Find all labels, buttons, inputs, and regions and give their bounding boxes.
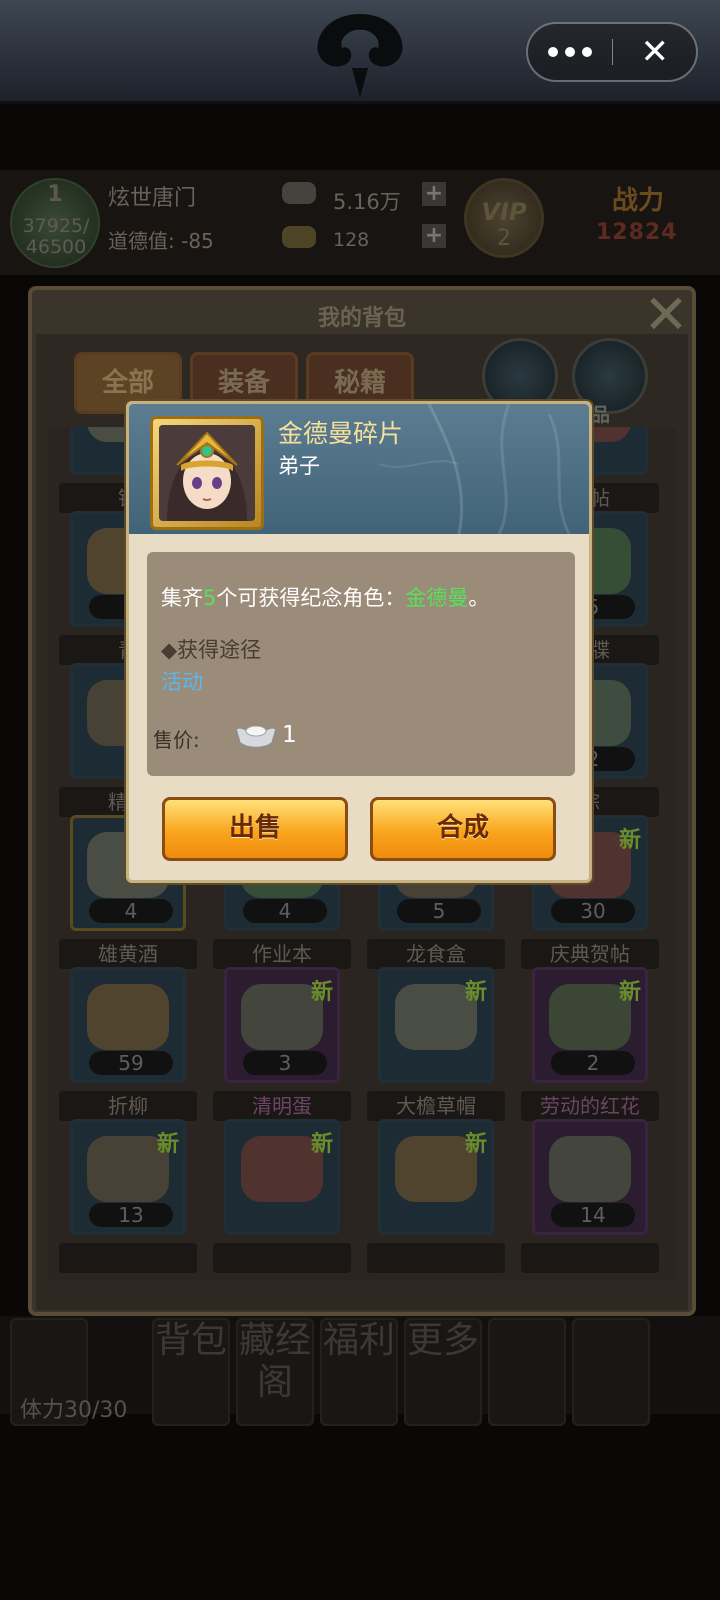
stamina-text: 体力30/30 — [20, 1398, 128, 1423]
price-label: 售价: — [153, 728, 200, 752]
new-badge: 新 — [618, 980, 641, 1005]
combine-button[interactable]: 合成 — [370, 797, 556, 861]
item-count: 4 — [243, 899, 327, 923]
desc-end: 。 — [468, 586, 490, 610]
vip-label: VIP — [481, 198, 527, 226]
item-count: 2 — [551, 1051, 635, 1075]
nav-button-more[interactable]: 更多 — [404, 1318, 482, 1426]
dialog-description: 集齐5个可获得纪念角色：金德曼。 — [161, 582, 489, 612]
character-portrait — [150, 416, 264, 530]
item-image — [87, 984, 169, 1050]
morality-value: -85 — [181, 229, 214, 253]
item-slot[interactable]: 13 新 — [70, 1119, 186, 1235]
item-slot[interactable]: 新 — [378, 1119, 494, 1235]
mini-program-capsule: ✕ — [526, 22, 698, 82]
nav-button-bag[interactable]: 背包 — [152, 1318, 230, 1426]
nav-button-welfare[interactable]: 福利 — [320, 1318, 398, 1426]
new-badge: 新 — [618, 828, 641, 853]
item-name — [521, 1243, 659, 1273]
game-screen: ✕ 1 37925/ 46500 炫世唐门 道德值: -85 5.16万 + 1… — [0, 0, 720, 1600]
desc-mid: 个可获得纪念角色： — [216, 586, 406, 610]
silver-ingot-icon — [235, 725, 277, 749]
desc-count: 5 — [203, 586, 217, 610]
vip-level: 2 — [497, 226, 511, 251]
add-silver-button[interactable]: + — [422, 182, 446, 206]
new-badge: 新 — [464, 980, 487, 1005]
item-slot[interactable]: 新 — [378, 967, 494, 1083]
gold-amount: 128 — [333, 229, 370, 251]
item-name — [213, 1243, 351, 1273]
item-slot[interactable]: 59 — [70, 967, 186, 1083]
gold-icon — [282, 226, 316, 248]
item-slot[interactable]: 2新 — [532, 967, 648, 1083]
item-name: 作业本 — [213, 939, 351, 969]
silver-amount: 5.16万 — [333, 190, 401, 214]
new-badge: 新 — [310, 1132, 333, 1157]
obtain-way-link[interactable]: 活动 — [161, 666, 203, 696]
item-name: 清明蛋 — [213, 1091, 351, 1121]
power-label: 战力 — [612, 186, 665, 216]
dialog-subtitle: 弟子 — [278, 454, 320, 478]
item-name: 龙食盒 — [367, 939, 505, 969]
item-name — [59, 1243, 197, 1273]
item-slot[interactable]: 3新 — [224, 967, 340, 1083]
nav-button-scripture[interactable]: 藏经阁 — [236, 1318, 314, 1426]
desc-character-name: 金德曼 — [405, 586, 469, 610]
new-badge: 新 — [156, 1132, 179, 1157]
item-name: 庆典贺帖 — [521, 939, 659, 969]
item-count: 4 — [89, 899, 173, 923]
close-icon[interactable]: ✕ — [613, 24, 696, 80]
item-count: 5 — [397, 899, 481, 923]
item-slot[interactable]: 14 — [532, 1119, 648, 1235]
roof-ornament-icon — [317, 14, 403, 98]
item-count: 14 — [551, 1203, 635, 1227]
dialog-title: 金德曼碎片 — [278, 419, 404, 448]
more-dots-icon[interactable] — [528, 24, 612, 80]
item-image — [549, 1136, 631, 1202]
item-count: 3 — [243, 1051, 327, 1075]
player-exp: 37925/ 46500 — [22, 215, 90, 258]
bag-title: 我的背包 — [317, 306, 406, 331]
power-value: 12824 — [596, 220, 678, 245]
item-count: 59 — [89, 1051, 173, 1075]
item-slot[interactable]: 新 — [224, 1119, 340, 1235]
morality-label: 道德值: — [108, 229, 175, 253]
morality: 道德值: -85 — [108, 225, 214, 254]
item-name: 劳动的红花 — [521, 1091, 659, 1121]
desc-prefix: 集齐 — [161, 586, 203, 610]
item-count: 13 — [89, 1203, 173, 1227]
new-badge: 新 — [464, 1132, 487, 1157]
obtain-way-label: ◆获得途径 — [161, 638, 262, 662]
player-name: 炫世唐门 — [108, 186, 197, 211]
item-name — [367, 1243, 505, 1273]
bag-close-icon[interactable]: ✕ — [638, 288, 694, 342]
character-portrait-icon — [159, 425, 255, 521]
sell-button[interactable]: 出售 — [162, 797, 348, 861]
item-name: 雄黄酒 — [59, 939, 197, 969]
price-value: 1 — [282, 722, 297, 748]
item-name: 大檐草帽 — [367, 1091, 505, 1121]
nav-button-6[interactable] — [488, 1318, 566, 1426]
item-name: 折柳 — [59, 1091, 197, 1121]
add-gold-button[interactable]: + — [422, 224, 446, 248]
item-count: 30 — [551, 899, 635, 923]
nav-button-7[interactable] — [572, 1318, 650, 1426]
player-level: 1 — [47, 182, 63, 207]
new-badge: 新 — [310, 980, 333, 1005]
silver-icon — [282, 182, 316, 204]
